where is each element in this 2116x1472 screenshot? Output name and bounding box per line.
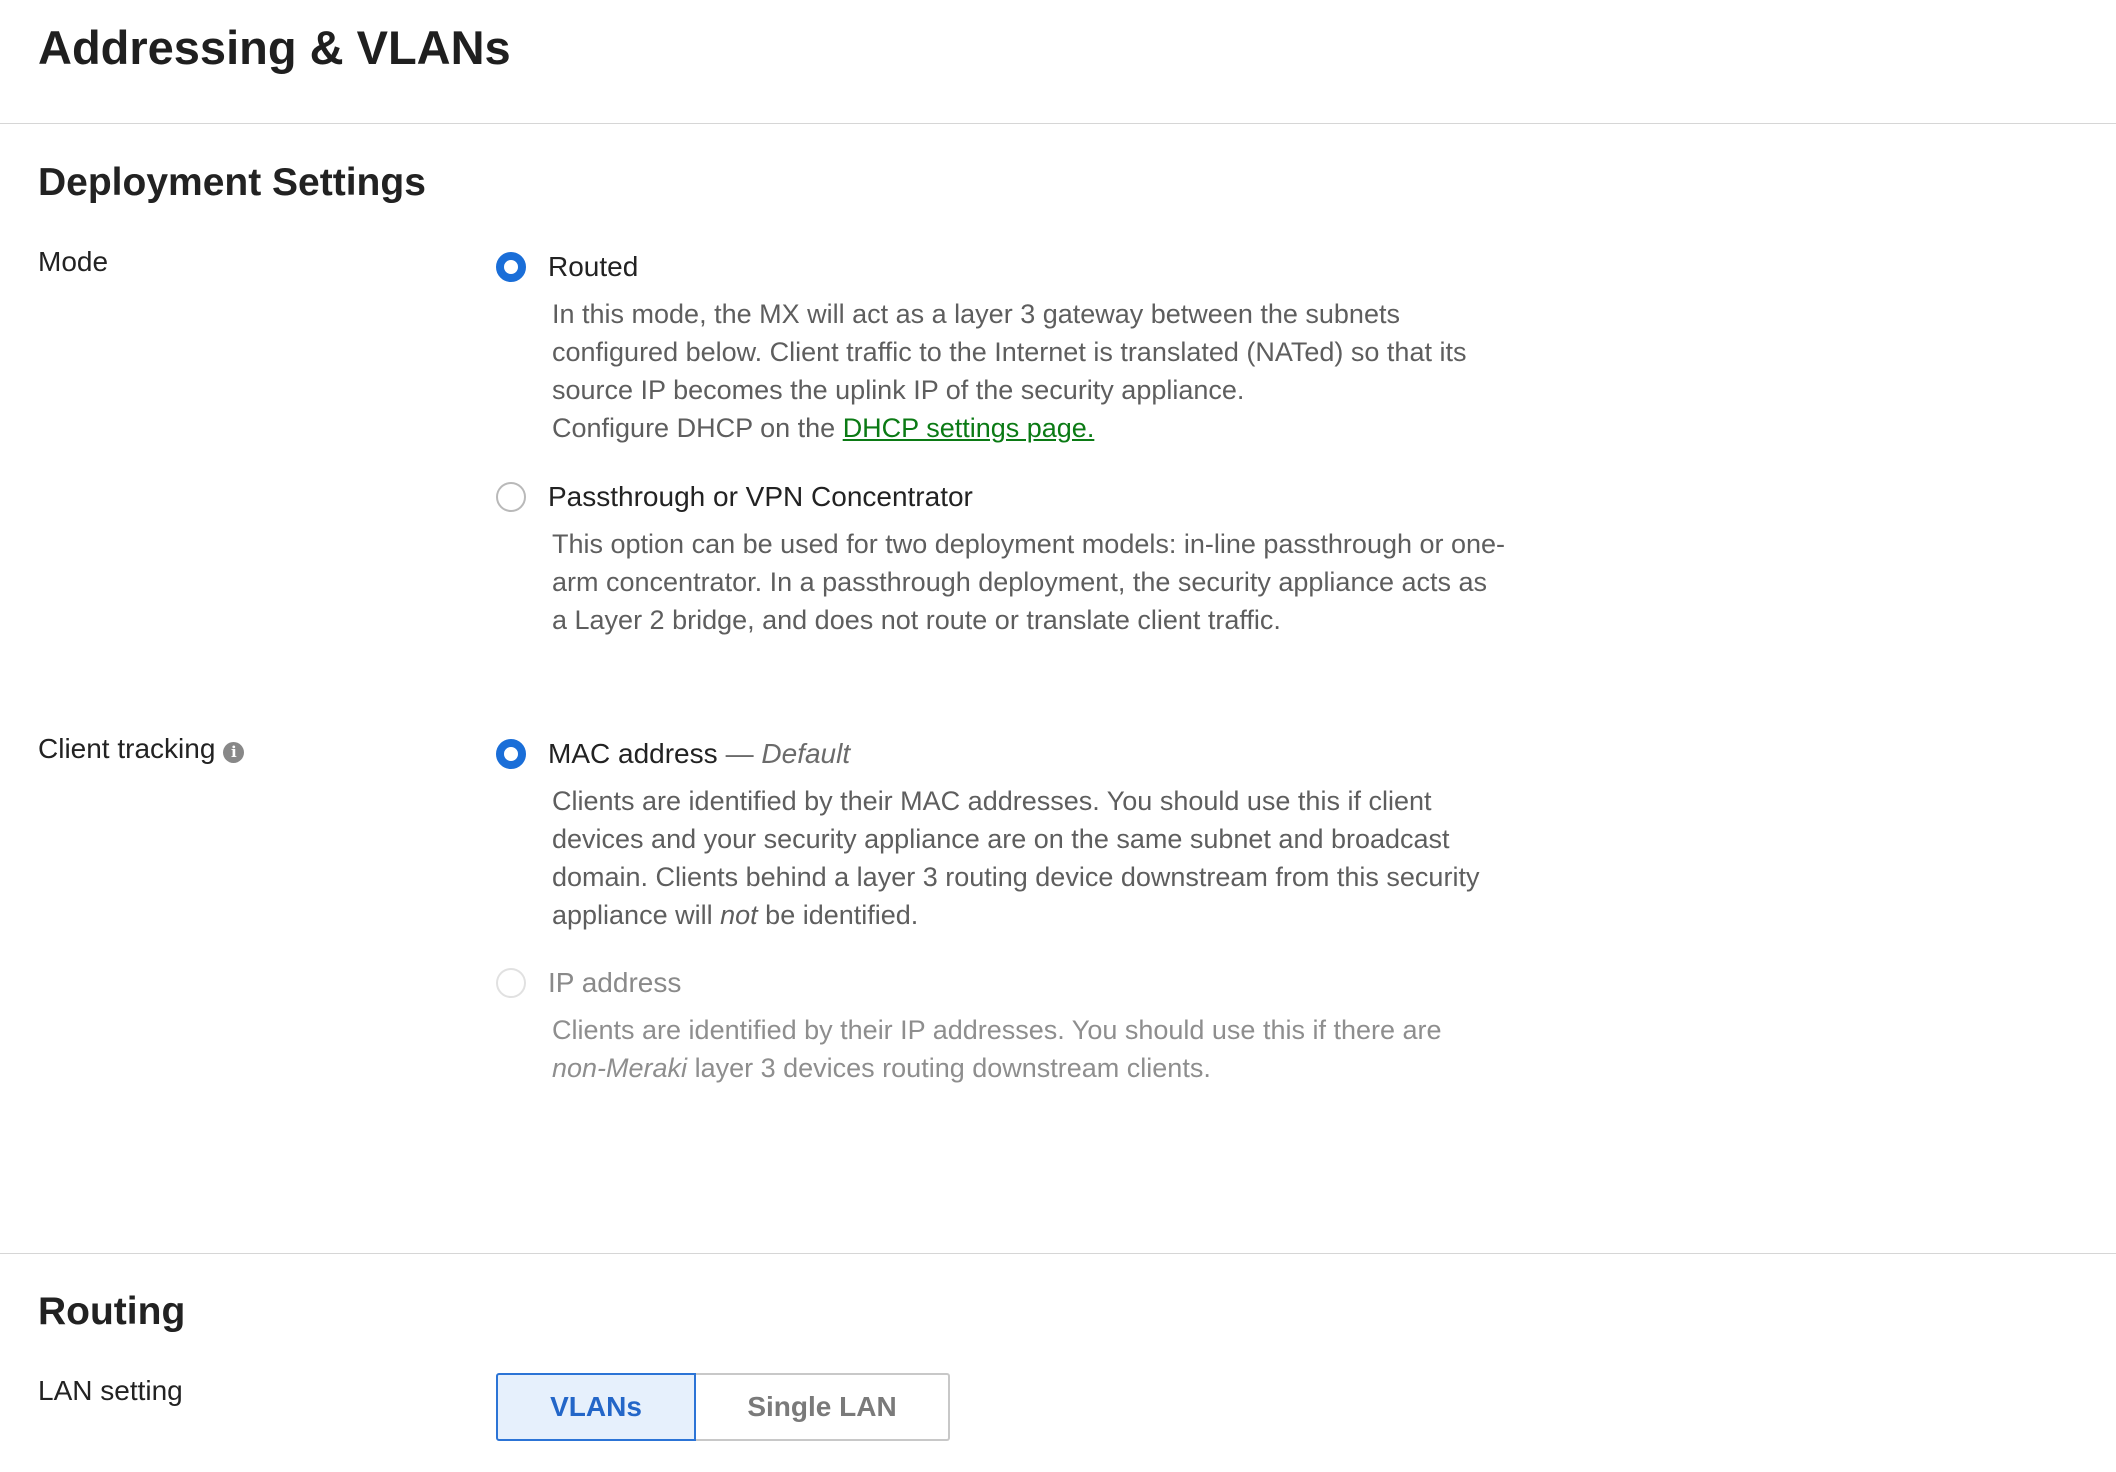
- client-tracking-label-text: Client tracking: [38, 733, 216, 764]
- single-lan-button[interactable]: Single LAN: [696, 1373, 950, 1441]
- routing-title: Routing: [38, 1290, 186, 1333]
- mode-option-routed[interactable]: Routed In this mode, the MX will act as …: [496, 247, 1506, 447]
- dhcp-settings-link[interactable]: DHCP settings page.: [843, 413, 1095, 443]
- vlans-button[interactable]: VLANs: [496, 1373, 696, 1441]
- tracking-option-ip[interactable]: IP address Clients are identified by the…: [496, 963, 1506, 1087]
- ip-desc-emphasis: non-Meraki: [552, 1053, 688, 1083]
- mac-desc-after: be identified.: [765, 900, 919, 930]
- routed-radio[interactable]: [496, 252, 526, 282]
- deployment-settings-title: Deployment Settings: [38, 161, 426, 204]
- mac-address-label[interactable]: MAC address: [548, 738, 718, 770]
- mac-desc-before: Clients are identified by their MAC addr…: [552, 786, 1480, 930]
- routed-desc-prefix: Configure DHCP on the: [552, 413, 836, 443]
- mac-address-radio[interactable]: [496, 739, 526, 769]
- passthrough-label[interactable]: Passthrough or VPN Concentrator: [548, 481, 973, 513]
- lan-setting-label: LAN setting: [38, 1375, 183, 1406]
- routed-desc-text: In this mode, the MX will act as a layer…: [552, 299, 1467, 405]
- ip-desc-after: layer 3 devices routing downstream clien…: [694, 1053, 1211, 1083]
- ip-address-description: Clients are identified by their IP addre…: [552, 1011, 1506, 1087]
- mac-address-description: Clients are identified by their MAC addr…: [552, 782, 1506, 934]
- passthrough-radio[interactable]: [496, 482, 526, 512]
- routed-label[interactable]: Routed: [548, 251, 638, 283]
- ip-desc-before: Clients are identified by their IP addre…: [552, 1015, 1442, 1045]
- mode-option-passthrough[interactable]: Passthrough or VPN Concentrator This opt…: [496, 477, 1506, 639]
- info-icon[interactable]: i: [223, 742, 245, 763]
- ip-address-radio[interactable]: [496, 968, 526, 998]
- deployment-settings-section: Deployment Settings Mode Routed In this …: [0, 125, 2116, 1253]
- suffix-dash: —: [725, 738, 754, 769]
- default-tag: Default: [761, 738, 851, 769]
- lan-setting-segmented-control: VLANs Single LAN: [496, 1373, 950, 1441]
- ip-address-label[interactable]: IP address: [548, 967, 681, 999]
- routing-section: Routing LAN setting VLANs Single LAN: [0, 1254, 2116, 1472]
- tracking-option-mac[interactable]: MAC address — Default Clients are identi…: [496, 734, 1506, 934]
- client-tracking-label: Client tracking i: [38, 732, 245, 766]
- routed-description: In this mode, the MX will act as a layer…: [552, 295, 1506, 447]
- page-header: Addressing & VLANs: [0, 0, 2116, 124]
- page-title: Addressing & VLANs: [38, 21, 511, 74]
- passthrough-description: This option can be used for two deployme…: [552, 529, 1506, 635]
- mac-default-suffix: — Default: [726, 738, 851, 770]
- mode-label: Mode: [38, 246, 109, 277]
- mac-desc-emphasis: not: [720, 900, 758, 930]
